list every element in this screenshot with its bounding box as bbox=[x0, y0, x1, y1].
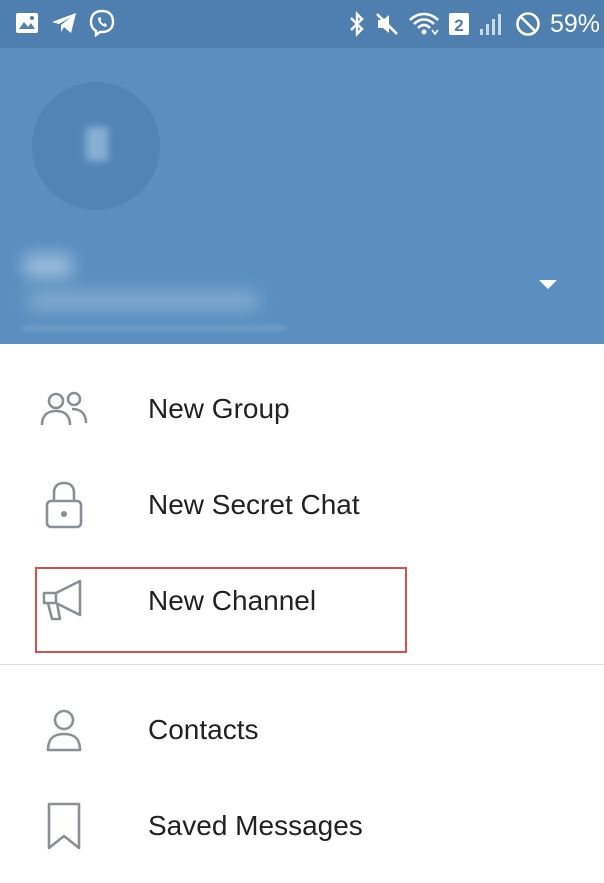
viber-icon bbox=[88, 9, 116, 37]
lock-icon bbox=[36, 477, 92, 533]
menu-item-saved-messages[interactable]: Saved Messages bbox=[0, 778, 604, 874]
do-not-disturb-icon bbox=[514, 10, 542, 38]
menu-divider bbox=[0, 664, 604, 665]
avatar[interactable] bbox=[32, 82, 160, 210]
mute-icon bbox=[374, 10, 400, 38]
drawer-header bbox=[0, 48, 604, 344]
status-bar: 2 59% bbox=[0, 0, 604, 48]
wifi-icon bbox=[408, 10, 440, 38]
status-right-icons: 2 59% bbox=[348, 9, 600, 39]
avatar-initial-blurred bbox=[86, 127, 108, 161]
gallery-icon bbox=[14, 10, 40, 36]
chevron-down-icon bbox=[539, 280, 557, 289]
bookmark-icon bbox=[36, 798, 92, 854]
telegram-icon bbox=[50, 10, 78, 36]
accounts-toggle-button[interactable] bbox=[536, 278, 560, 292]
person-icon bbox=[36, 702, 92, 758]
menu-item-label: New Channel bbox=[148, 585, 317, 616]
account-name-blurred bbox=[24, 254, 72, 278]
menu-item-label: New Secret Chat bbox=[148, 489, 360, 520]
megaphone-icon bbox=[36, 573, 92, 629]
menu-item-contacts[interactable]: Contacts bbox=[0, 682, 604, 778]
menu-item-new-secret-chat[interactable]: New Secret Chat bbox=[0, 457, 604, 553]
menu-item-new-channel[interactable]: New Channel bbox=[0, 553, 604, 649]
menu-item-label: Saved Messages bbox=[148, 810, 363, 841]
bluetooth-icon bbox=[348, 10, 366, 38]
group-icon bbox=[36, 381, 92, 437]
status-left-icons bbox=[14, 9, 116, 37]
account-phone-blurred bbox=[28, 293, 258, 309]
svg-text:2: 2 bbox=[454, 16, 463, 35]
signal-icon bbox=[478, 11, 506, 37]
menu-item-label: Contacts bbox=[148, 714, 259, 745]
account-phone-underline-blurred bbox=[22, 326, 286, 330]
battery-percent: 59% bbox=[549, 10, 600, 38]
menu-item-label: New Group bbox=[148, 393, 290, 424]
signal-badge: 2 bbox=[448, 11, 470, 37]
menu-item-new-group[interactable]: New Group bbox=[0, 361, 604, 457]
